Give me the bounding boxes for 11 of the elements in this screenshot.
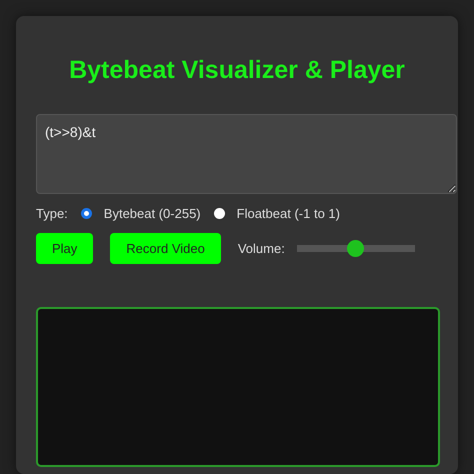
action-button[interactable]: Record Video — [110, 233, 221, 264]
type-label: Type: — [36, 206, 68, 221]
radio-label[interactable]: Floatbeat (-1 to 1) — [236, 206, 340, 221]
volume-label: Volume: — [238, 241, 285, 256]
expression-input[interactable]: (t>>8)&t — [36, 114, 457, 194]
slider-thumb[interactable] — [346, 240, 364, 257]
radio-button[interactable] — [80, 208, 92, 219]
app-title: Bytebeat Visualizer & Player — [68, 55, 406, 85]
radio-label[interactable]: Bytebeat (0-255) — [104, 206, 201, 221]
action-button[interactable]: Play — [36, 233, 94, 264]
radio-button[interactable] — [214, 208, 225, 219]
